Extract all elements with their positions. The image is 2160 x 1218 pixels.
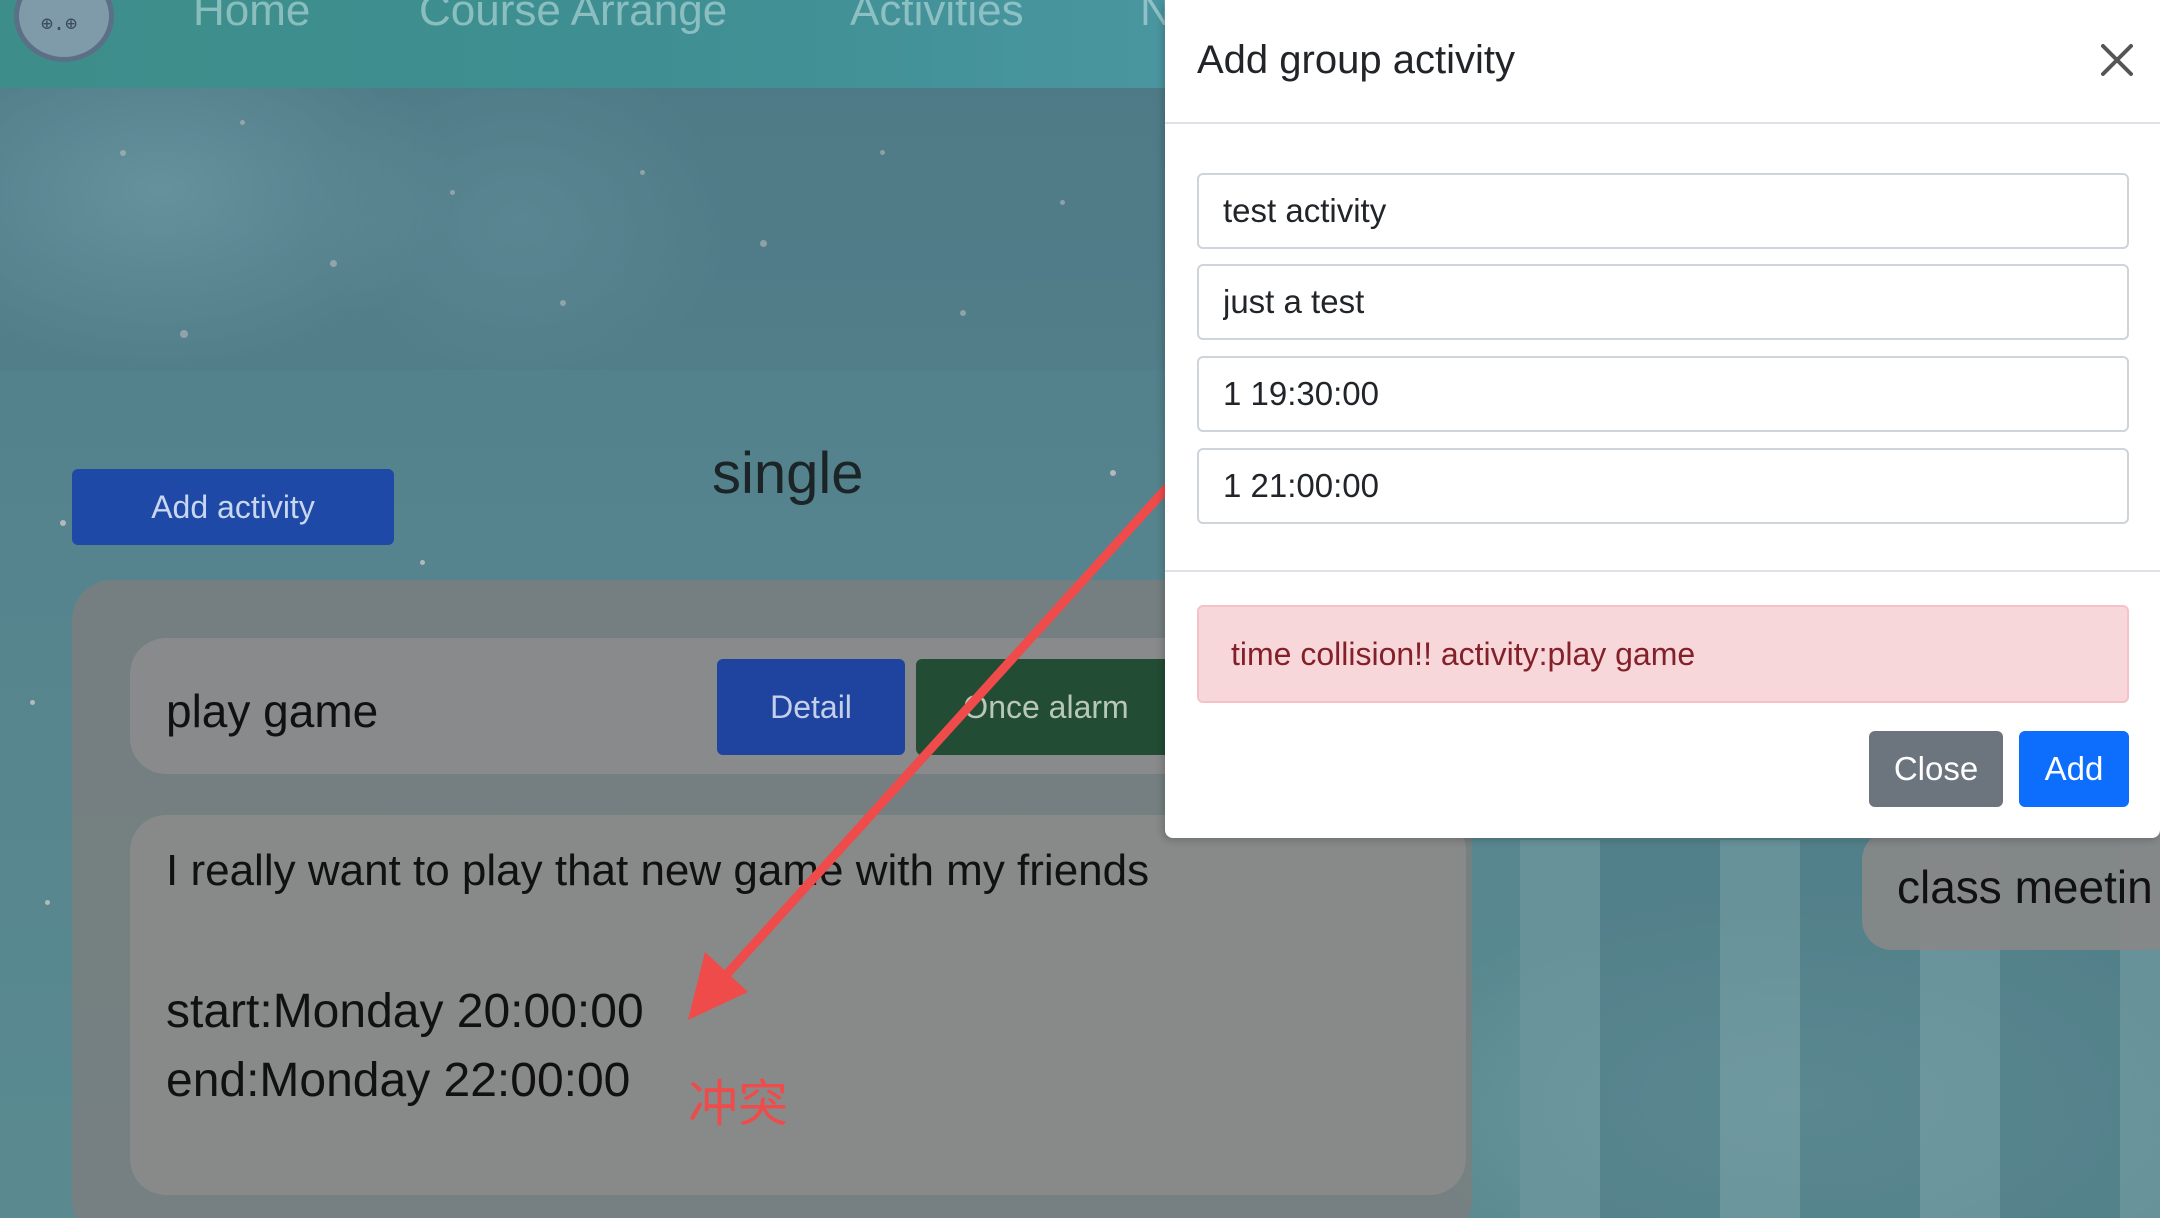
start-time-input[interactable] bbox=[1197, 356, 2129, 432]
activity-end-time: end:Monday 22:00:00 bbox=[166, 1054, 631, 1107]
modal-title: Add group activity bbox=[1197, 38, 1515, 82]
logo[interactable]: ⊕.⊕ bbox=[14, 0, 114, 62]
add-group-activity-modal: Add group activity time collision!! acti… bbox=[1165, 0, 2160, 838]
close-icon[interactable] bbox=[2093, 36, 2141, 84]
nav-activities[interactable]: Activities bbox=[850, 0, 1024, 36]
activity-title: play game bbox=[166, 685, 379, 737]
nav-home[interactable]: Home bbox=[193, 0, 310, 36]
activity-start-time: start:Monday 20:00:00 bbox=[166, 985, 644, 1038]
side-activity-title: class meetin bbox=[1897, 861, 2153, 913]
top-navbar: ⊕.⊕ Home Course Arrange Activities N bbox=[0, 0, 1172, 88]
modal-header: Add group activity bbox=[1165, 0, 2160, 124]
end-time-input[interactable] bbox=[1197, 448, 2129, 524]
header-panel bbox=[0, 88, 1170, 370]
modal-divider bbox=[1165, 570, 2160, 572]
close-button[interactable]: Close bbox=[1869, 731, 2003, 807]
annotation-label: 冲突 bbox=[688, 1075, 788, 1133]
modal-body bbox=[1165, 124, 2160, 572]
add-button[interactable]: Add bbox=[2019, 731, 2129, 807]
add-activity-button[interactable]: Add activity bbox=[72, 469, 394, 545]
activity-name-input[interactable] bbox=[1197, 173, 2129, 249]
activity-description: I really want to play that new game with… bbox=[166, 846, 1150, 895]
detail-button[interactable]: Detail bbox=[717, 659, 905, 755]
error-alert-text: time collision!! activity:play game bbox=[1231, 635, 1696, 672]
nav-course-arrange[interactable]: Course Arrange bbox=[419, 0, 727, 36]
logo-face-icon: ⊕.⊕ bbox=[41, 11, 78, 35]
activity-description-input[interactable] bbox=[1197, 264, 2129, 340]
error-alert: time collision!! activity:play game bbox=[1197, 605, 2129, 703]
once-alarm-button[interactable]: Once alarm bbox=[916, 659, 1176, 755]
page-heading: single bbox=[712, 441, 864, 506]
